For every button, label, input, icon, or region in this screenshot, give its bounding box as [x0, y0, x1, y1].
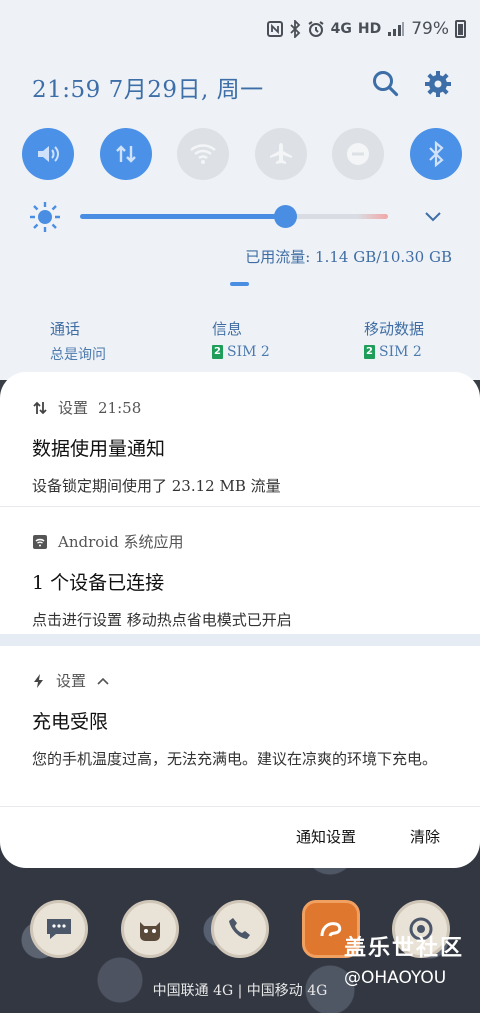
squirrel-icon: [320, 922, 341, 937]
4g-label: 4G: [330, 21, 352, 37]
notification-hotspot[interactable]: Android 系统应用 1 个设备已连接 点击进行设置 移动热点省电模式已开启: [32, 531, 460, 633]
contacts-app-icon[interactable]: [120, 900, 179, 958]
notification-app-name: 设置: [56, 672, 87, 690]
bluetooth-toggle[interactable]: [409, 128, 462, 180]
chevron-down-icon[interactable]: [423, 208, 443, 224]
notification-body: 点击进行设置 移动热点省电模式已开启: [32, 611, 292, 629]
airplane-icon: [269, 143, 292, 164]
bluetooth-icon: [289, 20, 300, 38]
sound-toggle[interactable]: [22, 128, 74, 180]
alarm-icon: [308, 21, 324, 37]
mobile-data-label: 移动数据: [364, 320, 425, 338]
wifi-toggle[interactable]: [177, 128, 230, 180]
battery-icon: [455, 20, 466, 38]
nfc-icon: [266, 21, 283, 37]
minus-circle-icon: [347, 143, 370, 165]
watermark-title: 盖乐世社区: [344, 936, 465, 961]
brightness-track[interactable]: [80, 214, 286, 219]
carrier-info: 中国联通 4G | 中国移动 4G: [152, 983, 328, 999]
notification-settings-button[interactable]: 通知设置: [296, 826, 356, 847]
sun-icon: [30, 202, 60, 232]
notification-actions: 通知设置 清除: [296, 826, 440, 847]
search-icon[interactable]: [370, 68, 402, 100]
date-time: 21:59 7月29日, 周一: [32, 77, 264, 103]
brightness-track-remaining[interactable]: [286, 214, 388, 219]
gear-icon[interactable]: [422, 68, 454, 100]
chat-bubble-icon: [47, 919, 71, 939]
hd-label: HD: [357, 21, 382, 37]
data-arrows-icon: [33, 401, 47, 414]
notification-body: 设备锁定期间使用了 23.12 MB 流量: [32, 477, 281, 495]
data-usage-text: 已用流量: 1.14 GB/10.30 GB: [245, 248, 452, 266]
messages-label: 信息: [212, 320, 243, 338]
notification-body: 您的手机温度过高，无法充满电。建议在凉爽的环境下充电。: [32, 750, 438, 768]
data-arrows-icon: [115, 145, 136, 163]
mobile-data-toggle[interactable]: [99, 128, 152, 180]
notification-app-name: Android 系统应用: [58, 533, 184, 551]
status-bar: 4G HD 79%: [266, 16, 466, 42]
airplane-toggle[interactable]: [254, 128, 307, 180]
notification-app-name: 设置: [58, 399, 89, 417]
mobile-data-sim-setting[interactable]: 移动数据 2 SIM 2: [364, 318, 424, 360]
quick-settings-row: [22, 128, 462, 180]
dnd-toggle[interactable]: [332, 128, 385, 180]
calls-value: 总是询问: [50, 347, 106, 363]
bluetooth-icon: [429, 141, 444, 167]
divider: [0, 806, 480, 807]
calls-sim-setting[interactable]: 通话 总是询问: [50, 318, 106, 364]
brightness-slider-thumb[interactable]: [274, 205, 297, 228]
phone-icon: [229, 918, 250, 939]
card-separator: [0, 634, 480, 646]
wifi-icon: [190, 144, 216, 164]
clear-button[interactable]: 清除: [410, 826, 440, 847]
lightning-icon: [34, 673, 43, 688]
notification-charging[interactable]: 设置 充电受限 您的手机温度过高，无法充满电。建议在凉爽的环境下充电。: [32, 670, 460, 772]
brightness-bar: [28, 200, 458, 234]
drag-handle[interactable]: [230, 282, 249, 286]
sim-badge-icon: 2: [364, 345, 375, 359]
phone-app-icon[interactable]: [211, 900, 269, 958]
mobile-data-value: SIM 2: [379, 344, 422, 360]
signal-icon: [388, 22, 405, 36]
hotspot-icon: [33, 534, 47, 549]
calls-label: 通话: [50, 320, 81, 338]
battery-percent: 79%: [411, 19, 449, 39]
notification-data-usage[interactable]: 设置 21:58 数据使用量通知 设备锁定期间使用了 23.12 MB 流量: [32, 397, 460, 499]
volume-icon: [38, 146, 59, 162]
sim-badge-icon: 2: [212, 345, 223, 359]
notification-title: 1 个设备已连接: [32, 572, 165, 594]
chevron-up-icon[interactable]: [96, 676, 110, 686]
messages-value: SIM 2: [227, 344, 270, 360]
messages-sim-setting[interactable]: 信息 2 SIM 2: [212, 318, 270, 360]
messages-app-icon[interactable]: [30, 900, 88, 958]
notification-time: 21:58: [98, 398, 142, 417]
divider: [0, 506, 480, 507]
cat-face-icon: [139, 922, 160, 941]
notification-title: 充电受限: [32, 711, 109, 733]
notification-title: 数据使用量通知: [32, 438, 166, 460]
